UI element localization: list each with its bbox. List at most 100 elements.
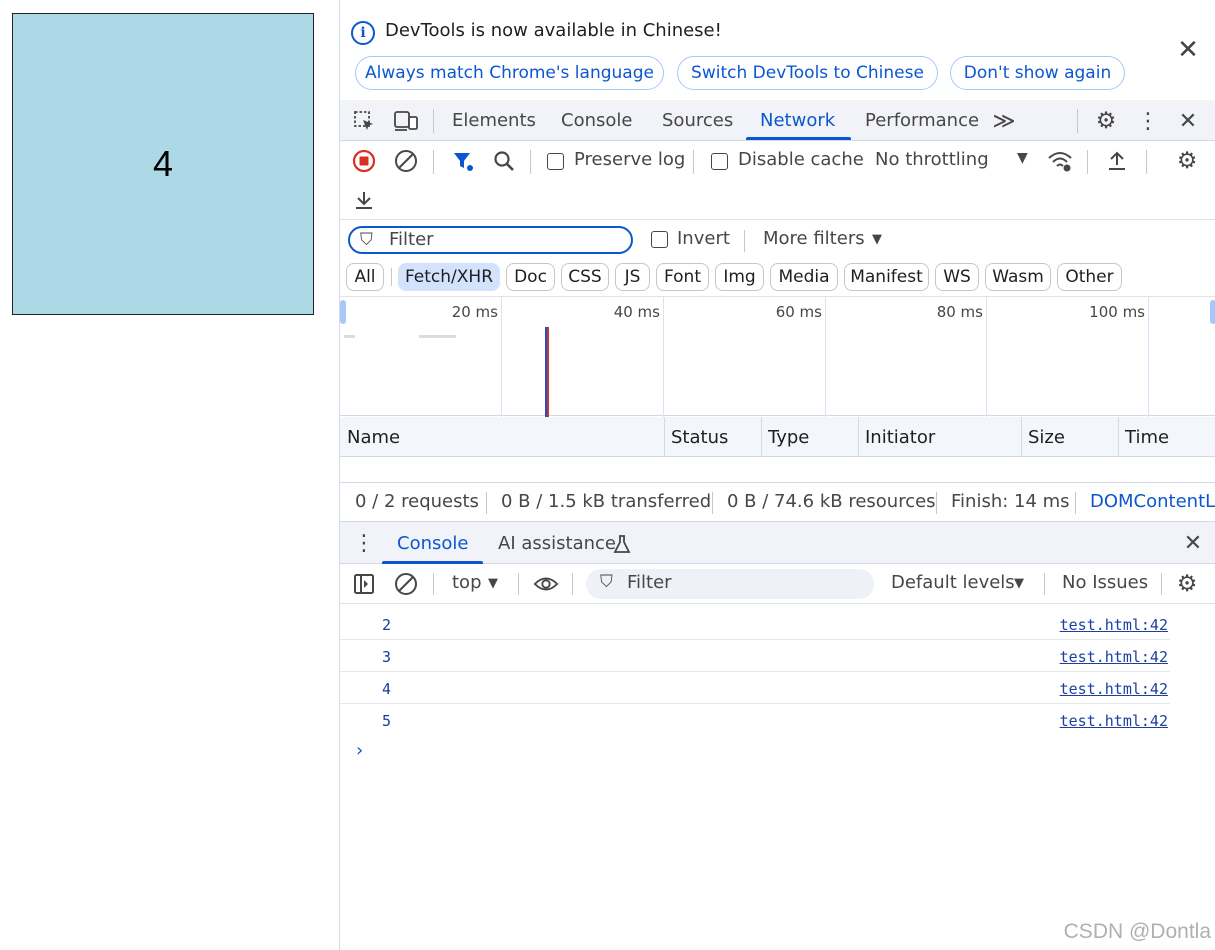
log-source-link[interactable]: test.html:42 — [1060, 712, 1168, 730]
devtools-panel: i DevTools is now available in Chinese! … — [339, 0, 1215, 950]
column-status[interactable]: Status — [671, 417, 728, 457]
console-message: 3 test.html:42 — [340, 640, 1170, 672]
issues-counter[interactable]: No Issues — [1062, 572, 1148, 593]
tab-sources[interactable]: Sources — [662, 100, 733, 140]
console-prompt-chevron-icon[interactable]: › — [356, 740, 363, 761]
close-devtools-icon[interactable]: ✕ — [1175, 108, 1201, 134]
type-filter-doc[interactable]: Doc — [506, 263, 555, 291]
type-filter-manifest[interactable]: Manifest — [844, 263, 929, 291]
more-options-icon[interactable]: ⋮ — [1135, 108, 1161, 134]
console-filter-placeholder: Filter — [627, 572, 672, 593]
type-filter-img[interactable]: Img — [715, 263, 764, 291]
inspected-page: 4 — [0, 0, 339, 950]
drawer-tab-console[interactable]: Console — [397, 522, 468, 564]
clear-console-icon[interactable] — [393, 571, 419, 597]
network-conditions-icon[interactable] — [1047, 148, 1073, 174]
record-stop-icon[interactable] — [351, 148, 377, 174]
eye-icon[interactable] — [533, 571, 559, 597]
network-filter-input[interactable]: ⛉ Filter — [348, 226, 633, 254]
switch-to-chinese-button[interactable]: Switch DevTools to Chinese — [677, 56, 938, 90]
export-har-icon[interactable] — [351, 187, 377, 213]
info-icon: i — [351, 21, 375, 45]
log-source-link[interactable]: test.html:42 — [1060, 680, 1168, 698]
tick-label: 60 ms — [775, 303, 822, 321]
load-marker — [547, 327, 549, 417]
console-message: 5 test.html:42 — [340, 704, 1170, 736]
filter-icon: ⛉ — [600, 572, 613, 592]
column-initiator[interactable]: Initiator — [865, 417, 935, 457]
watermark: CSDN @Dontla — [1063, 920, 1211, 943]
tab-performance[interactable]: Performance — [865, 100, 979, 140]
more-filters-arrow-icon[interactable]: ▼ — [872, 232, 882, 247]
log-value: 2 — [382, 616, 392, 634]
drawer-tab-ai-assistance[interactable]: AI assistance — [498, 522, 616, 564]
network-filter-row: ⛉ Filter Invert More filters ▼ All Fetch… — [340, 220, 1215, 296]
type-filter-js[interactable]: JS — [615, 263, 650, 291]
sidebar-toggle-icon[interactable] — [351, 571, 377, 597]
console-message: 4 test.html:42 — [340, 672, 1170, 704]
tick-label: 100 ms — [1089, 303, 1145, 321]
active-tab-indicator — [746, 137, 851, 140]
tick-label: 40 ms — [613, 303, 660, 321]
type-filter-all[interactable]: All — [346, 263, 384, 291]
log-levels-dropdown[interactable]: Default levels — [891, 572, 1015, 593]
drawer-menu-icon[interactable]: ⋮ — [351, 530, 377, 556]
import-har-icon[interactable] — [1104, 148, 1130, 174]
tab-console[interactable]: Console — [561, 100, 632, 140]
type-filter-wasm[interactable]: Wasm — [985, 263, 1051, 291]
log-source-link[interactable]: test.html:42 — [1060, 648, 1168, 666]
type-filter-css[interactable]: CSS — [561, 263, 609, 291]
more-filters-dropdown[interactable]: More filters — [763, 228, 865, 249]
request-bar — [419, 335, 456, 338]
gear-icon[interactable]: ⚙ — [1093, 108, 1119, 134]
column-size[interactable]: Size — [1028, 417, 1065, 457]
console-filter-input[interactable]: ⛉ Filter — [586, 569, 874, 599]
levels-dropdown-arrow-icon[interactable]: ▼ — [1014, 576, 1024, 591]
overview-right-handle[interactable] — [1210, 300, 1215, 324]
search-icon[interactable] — [491, 148, 517, 174]
context-dropdown-arrow-icon[interactable]: ▼ — [488, 576, 498, 591]
console-settings-gear-icon[interactable]: ⚙ — [1174, 571, 1200, 597]
device-toolbar-icon[interactable] — [393, 108, 419, 134]
overview-left-handle[interactable] — [340, 300, 346, 324]
console-message: 2 test.html:42 — [340, 608, 1170, 640]
network-table-body — [340, 457, 1215, 483]
console-toolbar: top ▼ ⛉ Filter Default levels ▼ No Issue… — [340, 564, 1215, 604]
type-filter-fetch-xhr[interactable]: Fetch/XHR — [398, 263, 500, 291]
type-filter-font[interactable]: Font — [656, 263, 709, 291]
tick-label: 20 ms — [451, 303, 498, 321]
log-value: 5 — [382, 712, 392, 730]
log-value: 3 — [382, 648, 392, 666]
tab-network[interactable]: Network — [760, 100, 835, 140]
dropdown-arrow-icon[interactable]: ▼ — [1017, 150, 1028, 166]
invert-label: Invert — [677, 228, 730, 249]
counter-box: 4 — [12, 13, 314, 315]
log-source-link[interactable]: test.html:42 — [1060, 616, 1168, 634]
inspect-element-icon[interactable] — [351, 108, 377, 134]
console-output: 2 test.html:42 3 test.html:42 4 test.htm… — [340, 604, 1215, 950]
type-filter-other[interactable]: Other — [1057, 263, 1122, 291]
throttling-select[interactable]: No throttling — [875, 149, 989, 170]
type-filter-media[interactable]: Media — [770, 263, 838, 291]
tab-elements[interactable]: Elements — [452, 100, 536, 140]
dont-show-again-button[interactable]: Don't show again — [950, 56, 1125, 90]
preserve-log-checkbox[interactable] — [547, 153, 564, 170]
column-time[interactable]: Time — [1125, 417, 1169, 457]
always-match-language-button[interactable]: Always match Chrome's language — [355, 56, 664, 90]
filter-funnel-icon[interactable] — [450, 148, 476, 174]
invert-checkbox[interactable] — [651, 231, 668, 248]
transferred-size: 0 B / 1.5 kB transferred — [501, 491, 712, 512]
network-settings-gear-icon[interactable]: ⚙ — [1174, 148, 1200, 174]
preserve-log-label: Preserve log — [574, 149, 686, 170]
more-tabs-chevron-icon[interactable]: ≫ — [991, 108, 1017, 134]
column-name[interactable]: Name — [347, 417, 400, 457]
disable-cache-checkbox[interactable] — [711, 153, 728, 170]
close-drawer-icon[interactable]: ✕ — [1180, 530, 1206, 556]
clear-icon[interactable] — [393, 148, 419, 174]
type-filter-ws[interactable]: WS — [935, 263, 979, 291]
column-type[interactable]: Type — [768, 417, 809, 457]
close-icon[interactable]: ✕ — [1176, 36, 1200, 64]
network-overview[interactable]: 20 ms 40 ms 60 ms 80 ms 100 ms — [340, 296, 1215, 417]
request-count: 0 / 2 requests — [355, 491, 479, 512]
context-select[interactable]: top — [452, 572, 482, 593]
